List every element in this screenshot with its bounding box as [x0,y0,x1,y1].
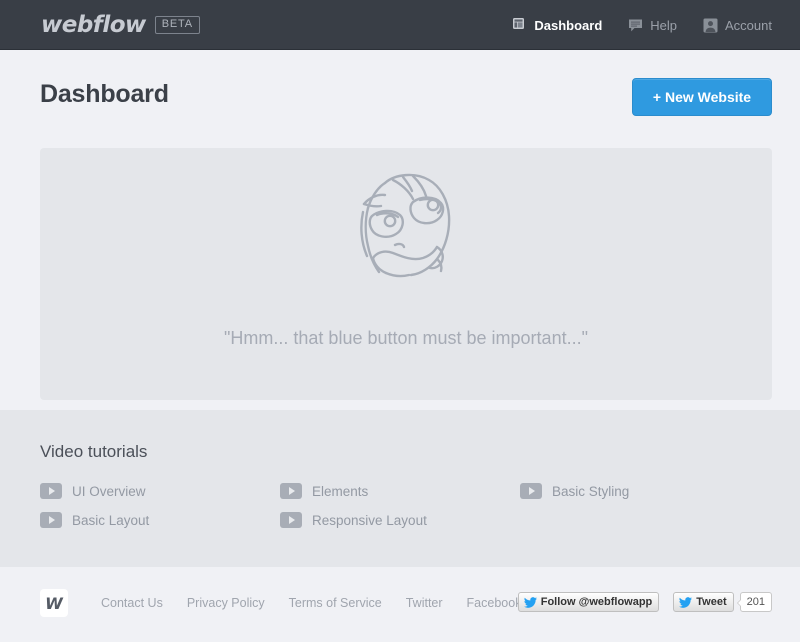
tutorial-cell: Basic Styling [520,483,760,499]
tutorial-responsive-layout[interactable]: Responsive Layout [280,512,427,528]
tutorial-cell: Responsive Layout [280,512,520,528]
video-tutorials-grid: UI Overview Elements Basic Styling [40,483,760,541]
twitter-follow-button[interactable]: Follow @webflowapp [518,592,660,612]
speech-bubble-icon [628,18,643,33]
nav-label-account: Account [725,18,772,33]
tutorial-label: Elements [312,484,368,499]
video-tutorials-section: Video tutorials UI Overview Elements [0,410,800,567]
tutorial-cell: Basic Layout [40,512,280,528]
dashboard-page: webflow BETA Dashboard [0,0,800,642]
twitter-tweet-widget: Tweet 201 [673,592,772,612]
brand-logo[interactable]: webflow BETA [41,12,200,38]
play-icon [280,512,302,528]
page-header: Dashboard + New Website [0,50,800,136]
twitter-follow-label: Follow @webflowapp [541,596,653,608]
page-footer: W Contact Us Privacy Policy Terms of Ser… [0,567,800,642]
footer-social-widgets: Follow @webflowapp Tweet 201 [518,592,772,612]
play-icon [40,512,62,528]
play-icon [520,483,542,499]
tutorial-label: Responsive Layout [312,513,427,528]
footer-link-privacy-policy[interactable]: Privacy Policy [187,596,265,610]
new-website-button[interactable]: + New Website [632,78,772,116]
top-navigation-bar: webflow BETA Dashboard [0,0,800,50]
empty-state-caption: "Hmm... that blue button must be importa… [40,328,772,349]
twitter-bird-icon [679,597,692,608]
tutorial-row: Basic Layout Responsive Layout [40,512,760,528]
play-icon [280,483,302,499]
twitter-bird-icon [524,597,537,608]
tutorial-cell: Elements [280,483,520,499]
tutorial-label: Basic Styling [552,484,629,499]
nav-links: Dashboard Help [512,0,772,50]
play-icon [40,483,62,499]
tutorial-cell: UI Overview [40,483,280,499]
tutorial-elements[interactable]: Elements [280,483,368,499]
nav-label-help: Help [650,18,677,33]
person-icon [703,18,718,33]
dashboard-grid-icon [512,18,527,33]
tutorial-basic-styling[interactable]: Basic Styling [520,483,629,499]
illustration-wrapper [40,164,772,289]
footer-link-twitter[interactable]: Twitter [406,596,443,610]
nav-item-dashboard[interactable]: Dashboard [512,18,602,33]
tutorial-label: Basic Layout [72,513,149,528]
twitter-tweet-label: Tweet [696,596,726,608]
footer-link-terms-of-service[interactable]: Terms of Service [289,596,382,610]
beta-badge: BETA [155,16,200,34]
empty-state-card: "Hmm... that blue button must be importa… [40,148,772,400]
nav-label-dashboard: Dashboard [534,18,602,33]
tutorial-ui-overview[interactable]: UI Overview [40,483,146,499]
tutorial-basic-layout[interactable]: Basic Layout [40,512,149,528]
webflow-w-logo[interactable]: W [40,589,68,617]
tutorial-row: UI Overview Elements Basic Styling [40,483,760,499]
nav-item-account[interactable]: Account [703,18,772,33]
brand-wordmark: webflow [41,12,146,38]
video-tutorials-title: Video tutorials [40,442,147,462]
footer-link-facebook[interactable]: Facebook [467,596,522,610]
rage-comic-thinking-face-icon [341,164,471,289]
page-title: Dashboard [40,80,169,109]
tutorial-cell-empty [520,512,760,528]
nav-item-help[interactable]: Help [628,18,677,33]
footer-left: W Contact Us Privacy Policy Terms of Ser… [40,589,521,617]
tutorial-label: UI Overview [72,484,146,499]
footer-links: Contact Us Privacy Policy Terms of Servi… [101,596,521,610]
footer-link-contact-us[interactable]: Contact Us [101,596,163,610]
tweet-count-badge[interactable]: 201 [740,592,772,612]
twitter-tweet-button[interactable]: Tweet [673,592,733,612]
